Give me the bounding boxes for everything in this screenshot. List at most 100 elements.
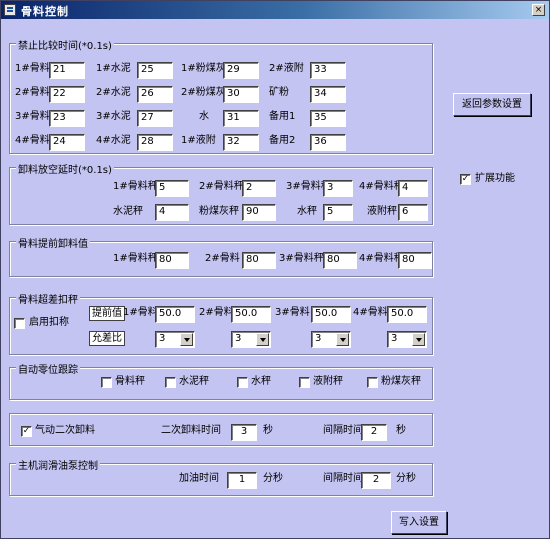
add-oil-time-input[interactable]: 1 [227,472,257,489]
bone-control-window: 骨料控制 × 禁止比较时间(*0.1s) 1#骨料 21 1#水泥 25 1#粉… [0,0,550,539]
forbid-input[interactable]: 27 [137,110,173,127]
lube-interval-unit: 分秒 [396,473,416,484]
forbid-label: 备用1 [269,111,296,122]
forbid-input[interactable]: 26 [137,86,173,103]
auto-zero-label: 水泥秤 [179,376,209,387]
second-unload-time-label: 二次卸料时间 [161,425,221,436]
forbid-input[interactable]: 23 [49,110,85,127]
write-settings-button[interactable]: 写入设置 [391,511,447,534]
forbid-input[interactable]: 28 [137,134,173,151]
overweight-input[interactable]: 50.0 [231,306,271,323]
forbid-input[interactable]: 30 [223,86,259,103]
unload-delay-input[interactable]: 6 [398,204,428,221]
tolerance-ratio-label: 允差比 [89,331,125,346]
forbid-label: 2#骨料 [15,87,50,98]
overweight-label: 3#骨料 [275,307,310,318]
forbid-input[interactable]: 32 [223,134,259,151]
forbid-input[interactable]: 31 [223,110,259,127]
overweight-input[interactable]: 50.0 [387,306,427,323]
auto-zero-label: 粉煤灰秤 [381,376,421,387]
forbid-label: 2#液附 [269,63,304,74]
forbid-label: 水 [199,111,209,122]
lube-title: 主机润滑油泵控制 [16,457,100,472]
forbid-label: 3#水泥 [96,111,131,122]
forbid-input[interactable]: 24 [49,134,85,151]
auto-zero-checkbox[interactable] [165,377,176,388]
forbid-compare-title: 禁止比较时间(*0.1s) [16,37,114,52]
enable-deduct-label: 启用扣称 [29,317,69,328]
unload-delay-label: 水泥秤 [113,206,143,217]
pneumatic-label: 气动二次卸料 [35,425,95,436]
second-unload-time-input[interactable]: 3 [231,424,257,441]
advance-unload-title: 骨料提前卸料值 [16,235,90,250]
dropdown-arrow-icon[interactable] [412,333,425,346]
add-oil-time-unit: 分秒 [263,473,283,484]
auto-zero-title: 自动零位跟踪 [16,361,80,376]
title-bar[interactable]: 骨料控制 × [1,1,549,19]
unload-delay-input[interactable]: 5 [323,204,353,221]
unload-delay-input[interactable]: 5 [155,180,189,197]
overweight-title: 骨料超差扣秤 [16,291,80,306]
forbid-input[interactable]: 21 [49,62,85,79]
enable-deduct-checkbox[interactable] [14,318,25,329]
forbid-input[interactable]: 25 [137,62,173,79]
forbid-label: 3#骨料 [15,111,50,122]
auto-zero-checkbox[interactable] [101,377,112,388]
forbid-input[interactable]: 35 [310,110,346,127]
close-button[interactable]: × [532,4,545,16]
extend-label: 扩展功能 [475,173,515,184]
tolerance-select[interactable]: 3 [311,331,351,348]
advance-unload-input[interactable]: 80 [323,252,357,269]
overweight-label: 2#骨料 [199,307,234,318]
lube-interval-input[interactable]: 2 [361,472,391,489]
unload-delay-input[interactable]: 4 [398,180,428,197]
unload-delay-input[interactable]: 90 [242,204,276,221]
overweight-label: 1#骨料 [123,307,158,318]
tolerance-select[interactable]: 3 [155,331,195,348]
auto-zero-label: 骨料秤 [115,376,145,387]
pneumatic-interval-unit: 秒 [396,425,406,436]
dropdown-arrow-icon[interactable] [180,333,193,346]
forbid-label: 2#粉煤灰 [181,87,226,98]
forbid-label: 2#水泥 [96,87,131,98]
extend-checkbox[interactable]: ✓ [460,174,471,185]
tolerance-value: 3 [315,333,322,344]
overweight-input[interactable]: 50.0 [311,306,351,323]
dropdown-arrow-icon[interactable] [336,333,349,346]
advance-unload-input[interactable]: 80 [398,252,432,269]
pneumatic-interval-input[interactable]: 2 [361,424,387,441]
auto-zero-checkbox[interactable] [237,377,248,388]
unload-delay-input[interactable]: 2 [242,180,276,197]
return-params-button[interactable]: 返回参数设置 [453,93,531,116]
pneumatic-checkbox[interactable]: ✓ [21,426,32,437]
forbid-input[interactable]: 29 [223,62,259,79]
forbid-input[interactable]: 22 [49,86,85,103]
unload-delay-label: 1#骨料秤 [113,181,158,192]
forbid-label: 4#水泥 [96,135,131,146]
forbid-input[interactable]: 34 [310,86,346,103]
forbid-input[interactable]: 36 [310,134,346,151]
unload-delay-label: 2#骨料秤 [199,181,244,192]
unload-delay-input[interactable]: 3 [323,180,353,197]
dropdown-arrow-icon[interactable] [256,333,269,346]
forbid-input[interactable]: 33 [310,62,346,79]
auto-zero-checkbox[interactable] [299,377,310,388]
advance-unload-input[interactable]: 80 [242,252,276,269]
unload-delay-label: 粉煤灰秤 [199,206,239,217]
unload-delay-title: 卸料放空延时(*0.1s) [16,161,114,176]
app-icon [4,4,16,16]
forbid-label: 1#水泥 [96,63,131,74]
tolerance-select[interactable]: 3 [231,331,271,348]
advance-unload-label: 3#骨料秤 [279,253,324,264]
overweight-input[interactable]: 50.0 [155,306,195,323]
advance-unload-input[interactable]: 80 [155,252,189,269]
tolerance-select[interactable]: 3 [387,331,427,348]
unload-delay-input[interactable]: 4 [155,204,189,221]
pneumatic-interval-label: 间隔时间 [323,425,363,436]
window-title: 骨料控制 [21,5,69,18]
second-unload-time-unit: 秒 [263,425,273,436]
forbid-label: 矿粉 [269,87,289,98]
auto-zero-checkbox[interactable] [367,377,378,388]
tolerance-value: 3 [159,333,166,344]
tolerance-value: 3 [235,333,242,344]
